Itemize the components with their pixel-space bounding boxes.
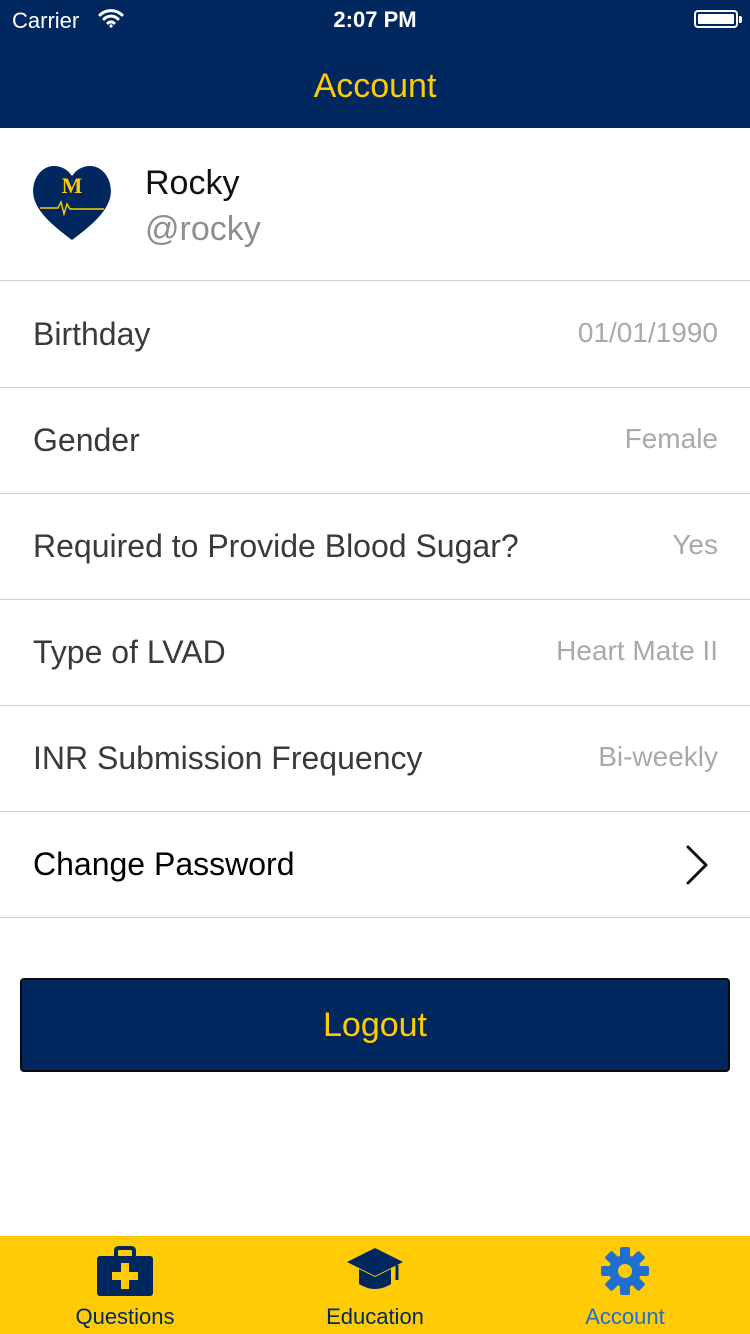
row-lvad-type[interactable]: Type of LVAD Heart Mate II	[0, 600, 750, 706]
chevron-right-icon	[684, 844, 710, 891]
gear-icon	[597, 1246, 653, 1296]
change-password-label: Change Password	[33, 846, 295, 882]
tab-education[interactable]: Education	[250, 1236, 500, 1334]
row-blood-sugar[interactable]: Required to Provide Blood Sugar? Yes	[0, 494, 750, 600]
medical-kit-icon	[97, 1246, 153, 1296]
row-label: Required to Provide Blood Sugar?	[33, 528, 519, 564]
profile-name: Rocky	[145, 164, 240, 202]
row-inr-frequency[interactable]: INR Submission Frequency Bi-weekly	[0, 706, 750, 812]
page-title: Account	[313, 67, 437, 105]
row-value: 01/01/1990	[577, 317, 718, 348]
row-birthday[interactable]: Birthday 01/01/1990	[0, 282, 750, 388]
row-value: Female	[624, 423, 718, 454]
row-label: INR Submission Frequency	[33, 740, 423, 776]
svg-text:M: M	[62, 173, 83, 198]
tab-account[interactable]: Account	[500, 1236, 750, 1334]
tab-bar: Questions Education Account	[0, 1236, 750, 1334]
row-value: Bi-weekly	[598, 741, 718, 772]
logout-button[interactable]: Logout	[20, 978, 730, 1072]
change-password-row[interactable]: Change Password	[0, 812, 750, 918]
row-gender[interactable]: Gender Female	[0, 388, 750, 494]
profile-handle: @rocky	[145, 210, 261, 248]
avatar: M	[32, 162, 112, 242]
profile-header: M Rocky @rocky	[0, 130, 750, 281]
tab-questions[interactable]: Questions	[0, 1236, 250, 1334]
graduation-cap-icon	[347, 1246, 403, 1296]
status-bar: Carrier 2:07 PM	[0, 0, 750, 40]
row-label: Gender	[33, 422, 140, 458]
row-label: Birthday	[33, 316, 151, 352]
tab-label: Questions	[75, 1304, 175, 1329]
status-time: 2:07 PM	[333, 7, 417, 32]
row-value: Heart Mate II	[556, 635, 718, 666]
navigation-bar: Carrier 2:07 PM Account	[0, 0, 750, 128]
battery-icon	[694, 10, 742, 28]
tab-label: Education	[326, 1304, 424, 1329]
tab-label: Account	[585, 1304, 665, 1329]
row-value: Yes	[672, 529, 718, 560]
row-label: Type of LVAD	[33, 634, 226, 670]
